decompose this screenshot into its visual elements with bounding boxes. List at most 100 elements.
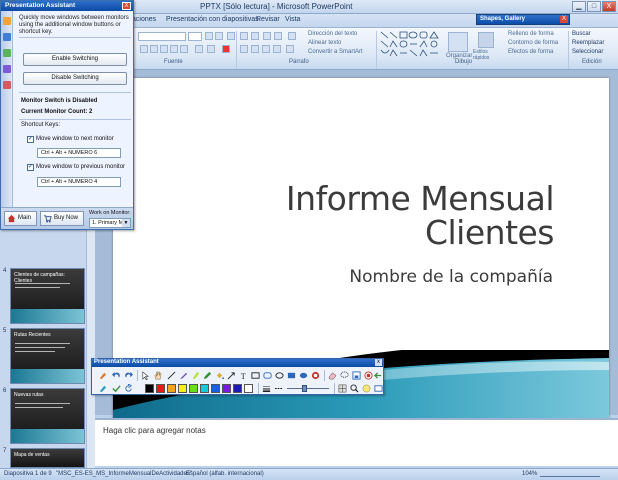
slide-thumbnail-6[interactable]: Nuevas rutas — [10, 388, 85, 444]
arrange-icon[interactable] — [448, 32, 468, 52]
monitor-select[interactable]: 1. Primary M ▼ — [89, 218, 131, 228]
quick-styles-button[interactable]: Estilos rápidos — [473, 49, 501, 61]
opacity-slider[interactable] — [287, 388, 329, 389]
minimize-button[interactable]: ▁ — [572, 1, 586, 12]
tab-presentacion[interactable]: Presentación con diapositivas — [166, 16, 259, 23]
close-button[interactable]: X — [602, 1, 616, 12]
redo-icon[interactable] — [124, 371, 133, 380]
disable-switching-button[interactable]: Disable Switching — [23, 72, 127, 85]
color-swatch-black[interactable] — [145, 384, 154, 393]
shape-outline-button[interactable]: Contorno de forma — [508, 40, 558, 46]
font-size-box[interactable] — [188, 32, 202, 41]
highlighter-icon[interactable] — [191, 371, 200, 380]
decrease-indent-icon[interactable] — [263, 32, 271, 40]
shape-fill-button[interactable]: Relleno de forma — [508, 31, 554, 37]
filled-rectangle-icon[interactable] — [287, 371, 296, 380]
italic-icon[interactable] — [150, 45, 158, 53]
opacity-slider-thumb[interactable] — [302, 385, 307, 392]
align-text-button[interactable]: Alinear texto — [308, 40, 341, 46]
rounded-rectangle-icon[interactable] — [263, 371, 272, 380]
color-swatch-green[interactable] — [189, 384, 198, 393]
line-spacing-icon[interactable] — [288, 32, 296, 40]
select-button[interactable]: Seleccionar — [572, 49, 603, 55]
stamp-icon[interactable] — [311, 371, 320, 380]
color-swatch-navy[interactable] — [233, 384, 242, 393]
pencil-icon[interactable] — [203, 371, 212, 380]
screen-capture-icon[interactable] — [3, 81, 11, 89]
hand-icon[interactable] — [153, 371, 162, 380]
screen-icon[interactable] — [374, 384, 383, 393]
underline-icon[interactable] — [160, 45, 168, 53]
record-icon[interactable] — [364, 371, 373, 380]
convert-smartart-button[interactable]: Convertir a SmartArt — [308, 49, 363, 55]
save-image-icon[interactable] — [352, 371, 361, 380]
grid-icon[interactable] — [338, 384, 347, 393]
line-width-icon[interactable] — [262, 384, 271, 393]
clear-format-icon[interactable] — [227, 32, 235, 40]
slide-title[interactable]: Informe Mensual Clientes — [286, 182, 555, 250]
grow-font-icon[interactable] — [205, 32, 213, 40]
apply-icon[interactable] — [112, 384, 121, 393]
paint-bucket-icon[interactable] — [215, 371, 224, 380]
shadow-text-icon[interactable] — [180, 45, 188, 53]
monitor-switch-icon[interactable] — [3, 65, 11, 73]
color-swatch-white[interactable] — [244, 384, 253, 393]
eraser-icon[interactable] — [328, 371, 337, 380]
align-left-icon[interactable] — [240, 45, 248, 53]
shape-effects-button[interactable]: Efectos de forma — [508, 49, 553, 55]
align-right-icon[interactable] — [262, 45, 270, 53]
font-color-icon[interactable] — [222, 45, 230, 53]
toolbar-titlebar[interactable]: Presentation Assistant x — [92, 359, 383, 367]
pen-tool-icon[interactable] — [3, 17, 11, 25]
color-swatch-purple[interactable] — [222, 384, 231, 393]
previous-monitor-checkbox[interactable]: ✓ — [27, 164, 34, 171]
line-style-icon[interactable] — [274, 384, 283, 393]
justify-icon[interactable] — [273, 45, 281, 53]
back-arrow-icon[interactable] — [374, 371, 383, 380]
columns-icon[interactable] — [286, 45, 294, 53]
shapes-gallery-close-button[interactable]: X — [560, 16, 568, 23]
main-button[interactable]: Main — [4, 211, 37, 226]
slide-thumbnail-5[interactable]: Rutas Recientes — [10, 328, 85, 384]
shapes-gallery-window[interactable]: Shapes, Gallery X — [476, 14, 570, 25]
zoom-icon[interactable] — [3, 49, 11, 57]
color-swatch-cyan[interactable] — [200, 384, 209, 393]
strikethrough-icon[interactable] — [170, 45, 178, 53]
zoom-level[interactable]: 104% — [522, 471, 537, 477]
maximize-button[interactable]: □ — [587, 1, 601, 12]
rectangle-tool-icon[interactable] — [251, 371, 260, 380]
refresh-icon[interactable] — [124, 384, 133, 393]
enable-switching-button[interactable]: Enable Switching — [23, 53, 127, 66]
chevron-down-icon[interactable]: ▼ — [122, 219, 130, 227]
next-monitor-shortcut-field[interactable]: Ctrl + Alt + NUMERO 6 — [37, 148, 121, 158]
marker-icon[interactable] — [98, 371, 107, 380]
next-monitor-checkbox[interactable]: ✓ — [27, 136, 34, 143]
slide-thumbnail-4[interactable]: Clientes de campañas: Clientes — [10, 268, 85, 324]
assistant-close-button[interactable]: X — [122, 2, 131, 10]
assistant-titlebar[interactable]: Presentation Assistant X — [1, 1, 133, 11]
slide-thumbnail-7[interactable]: Mapa de ventas — [10, 448, 85, 468]
ellipse-tool-icon[interactable] — [275, 371, 284, 380]
notes-pane[interactable]: Haga clic para agregar notas — [95, 418, 618, 466]
previous-monitor-shortcut-field[interactable]: Ctrl + Alt + NUMERO 4 — [37, 177, 121, 187]
slide-subtitle[interactable]: Nombre de la compañía — [349, 267, 553, 287]
tab-vista[interactable]: Vista — [285, 16, 300, 23]
spotlight-tool-icon[interactable] — [362, 384, 371, 393]
bullets-icon[interactable] — [240, 32, 248, 40]
buy-now-button[interactable]: Buy Now — [40, 211, 84, 226]
clear-drawing-icon[interactable] — [98, 384, 107, 393]
spotlight-icon[interactable] — [3, 33, 11, 41]
zoom-slider[interactable] — [540, 472, 600, 477]
undo-icon[interactable] — [112, 371, 121, 380]
magnifier-icon[interactable] — [350, 384, 359, 393]
replace-button[interactable]: Reemplazar — [572, 40, 604, 46]
numbering-icon[interactable] — [251, 32, 259, 40]
tab-animaciones[interactable]: aciones — [132, 16, 156, 23]
increase-indent-icon[interactable] — [274, 32, 282, 40]
tab-revisar[interactable]: Revisar — [256, 16, 280, 23]
quick-styles-icon[interactable] — [478, 32, 494, 48]
line-tool-icon[interactable] — [167, 371, 176, 380]
text-tool-icon[interactable]: T — [239, 371, 248, 380]
color-swatch-red[interactable] — [156, 384, 165, 393]
toolbar-close-button[interactable]: x — [375, 359, 382, 366]
